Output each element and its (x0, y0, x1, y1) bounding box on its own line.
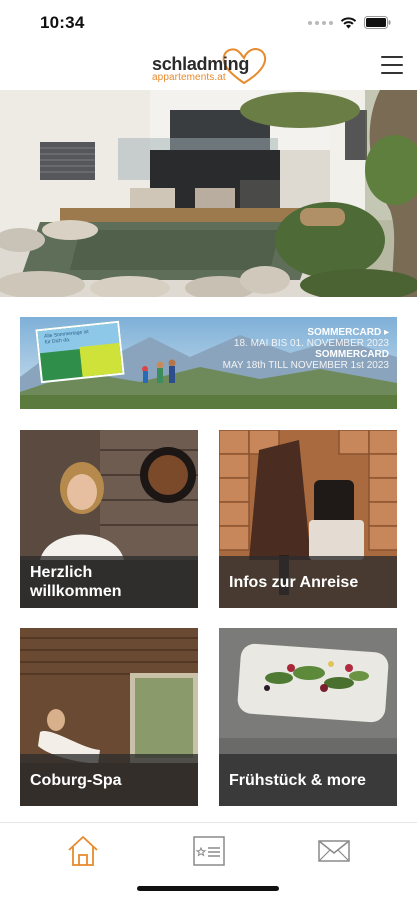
home-icon (68, 836, 98, 866)
tile-label-bar: Coburg-Spa (20, 754, 198, 806)
tab-card[interactable] (189, 831, 229, 871)
tile-label: Coburg-Spa (30, 771, 122, 789)
tab-home[interactable] (63, 831, 103, 871)
hero-image (0, 90, 417, 297)
menu-line (381, 64, 403, 66)
menu-button[interactable] (381, 56, 403, 76)
battery-icon (364, 16, 391, 29)
tile-label-bar: Frühstück & more (219, 754, 397, 806)
tile-breakfast[interactable]: Frühstück & more (219, 628, 397, 806)
cellular-signal-icon (308, 20, 333, 25)
banner-text: SOMMERCARD ▸ 18. MAI BIS 01. NOVEMBER 20… (223, 327, 389, 371)
app-header: schladming appartements.at (0, 44, 417, 90)
tile-label: Herzlich willkommen (30, 564, 122, 600)
banner-date-en: MAY 18th TILL NOVEMBER 1st 2023 (222, 360, 389, 371)
status-bar: 10:34 (0, 0, 417, 44)
card-icon (193, 836, 225, 866)
banner-date-de: 18. MAI BIS 01. NOVEMBER 2023 (233, 338, 389, 349)
tile-label-bar: Herzlich willkommen (20, 556, 198, 608)
banner-title-en: SOMMERCARD (315, 349, 389, 360)
sommercard-banner[interactable]: Alle Sommertage ist für Dich da. SOMMERC… (20, 317, 397, 409)
tab-mail[interactable] (314, 831, 354, 871)
home-indicator[interactable] (137, 886, 279, 891)
tile-arrival-info[interactable]: Infos zur Anreise (219, 430, 397, 608)
menu-line (381, 72, 403, 74)
tile-welcome[interactable]: Herzlich willkommen (20, 430, 198, 608)
wifi-icon (340, 16, 357, 28)
tile-label-bar: Infos zur Anreise (219, 556, 397, 608)
banner-title-de: SOMMERCARD ▸ (307, 327, 389, 338)
mail-icon (318, 840, 350, 862)
tile-spa[interactable]: Coburg-Spa (20, 628, 198, 806)
tile-label: Frühstück & more (229, 771, 366, 789)
tile-label: Infos zur Anreise (229, 573, 359, 591)
menu-line (381, 56, 403, 58)
sommercard-image: Alle Sommertage ist für Dich da. (35, 320, 125, 384)
logo[interactable]: schladming appartements.at (150, 46, 270, 86)
status-time: 10:34 (40, 13, 85, 32)
logo-subtext: appartements.at (152, 72, 226, 83)
status-icons (308, 16, 391, 29)
